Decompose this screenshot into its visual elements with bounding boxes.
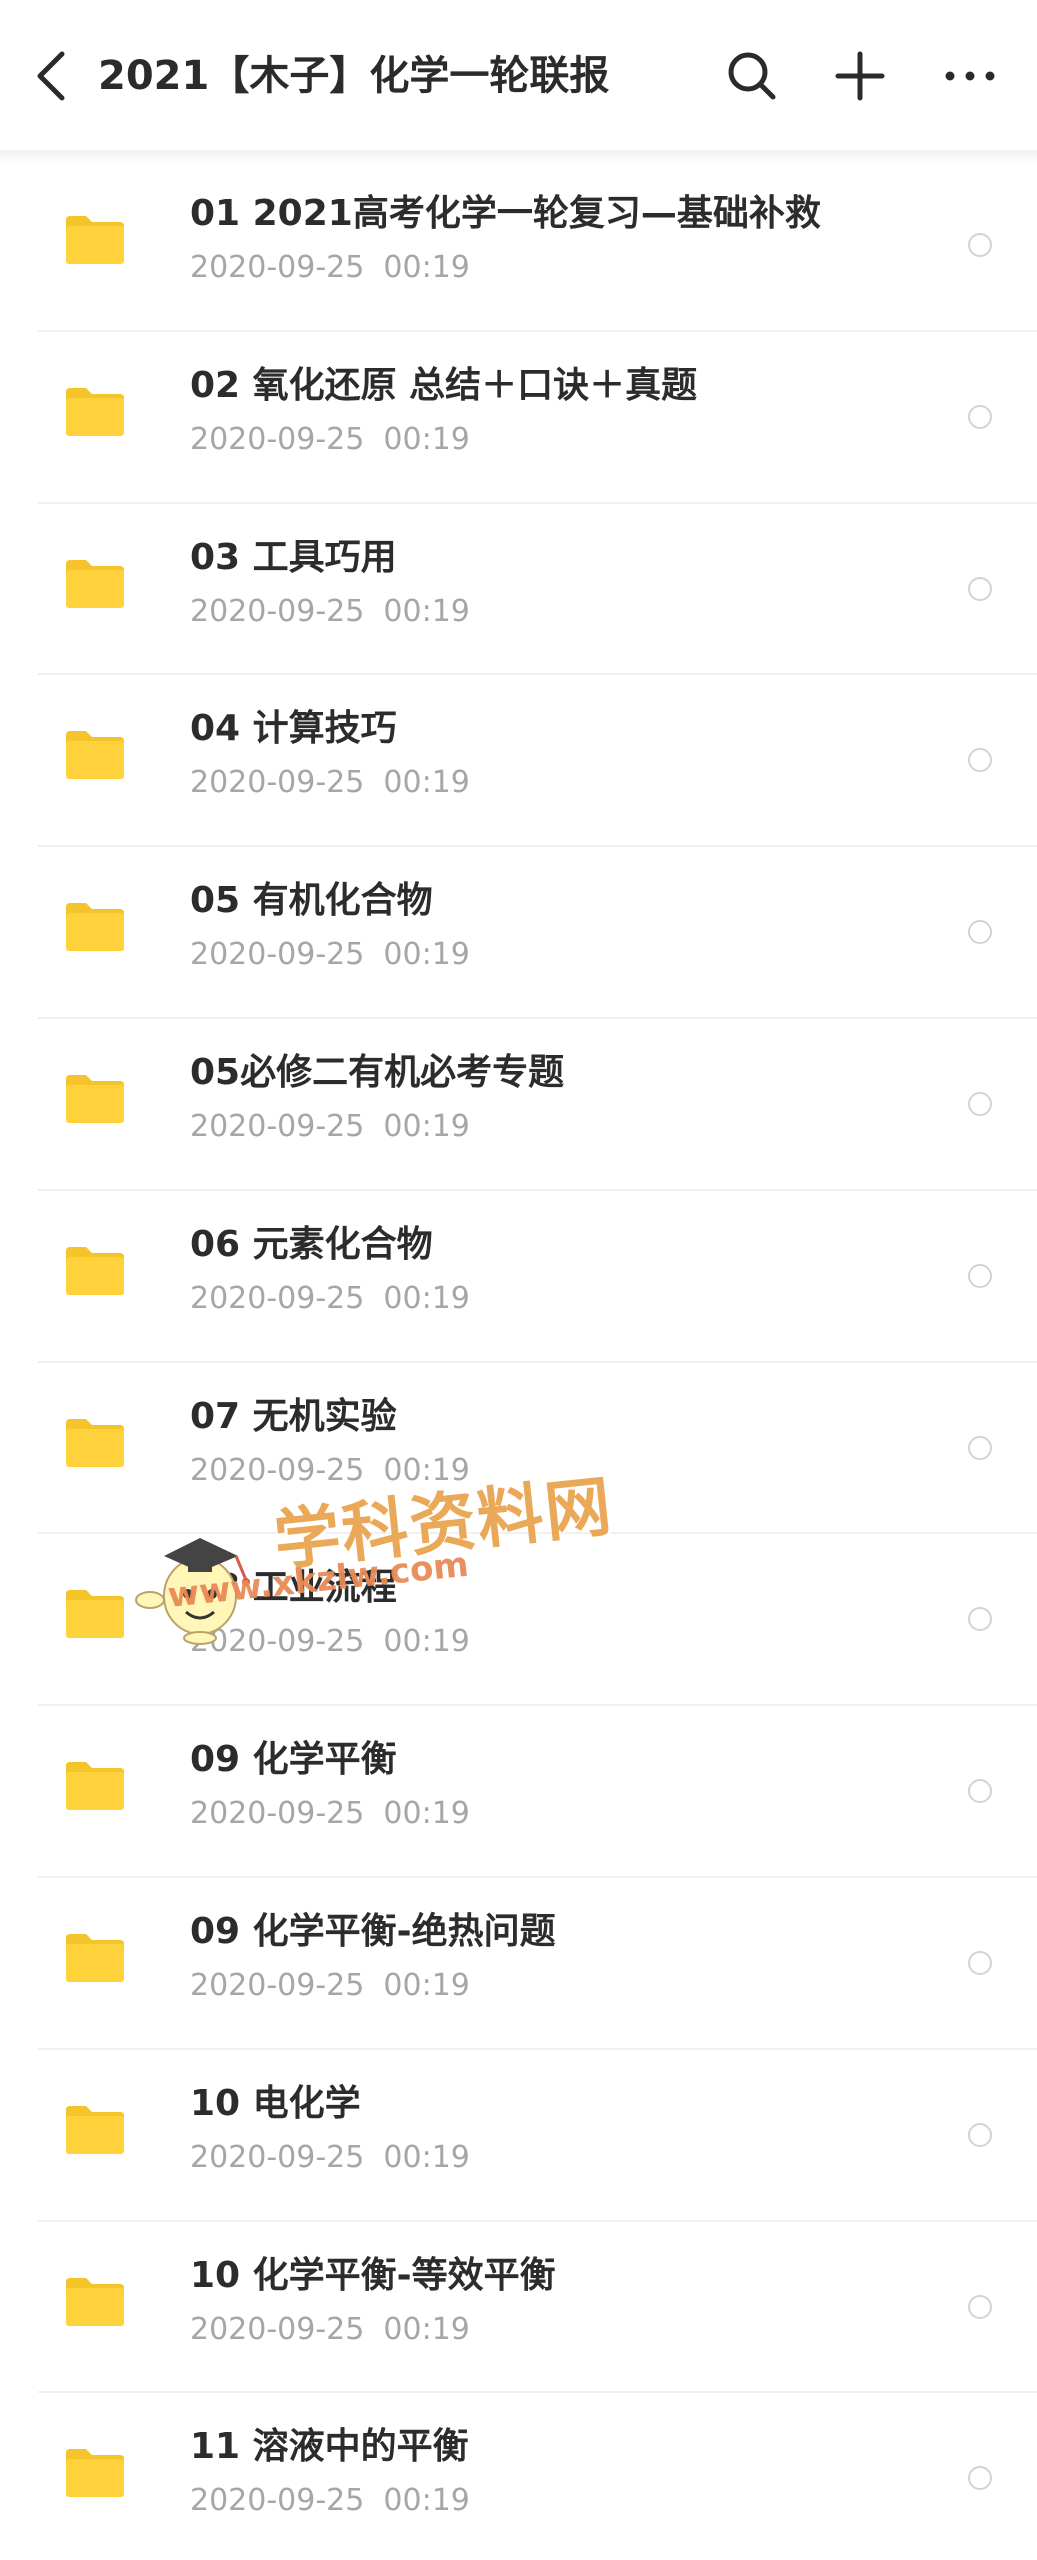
item-date: 2020-09-25 00:19 (190, 421, 470, 457)
select-radio[interactable] (968, 1779, 992, 1804)
list-item[interactable]: 02 氧化还原 总结＋口诀＋真题 2020-09-25 00:19 (0, 332, 1037, 504)
select-radio[interactable] (968, 2122, 992, 2147)
list-item[interactable]: 04 计算技巧 2020-09-25 00:19 (0, 675, 1037, 847)
top-app-bar: 2021【木子】化学一轮联报 (0, 0, 1037, 154)
list-item[interactable]: 07 无机实验 2020-09-25 00:19 (0, 1363, 1037, 1535)
item-title: 03 工具巧用 (190, 536, 397, 578)
item-date: 2020-09-25 00:19 (190, 1280, 470, 1316)
item-title: 02 氧化还原 总结＋口诀＋真题 (190, 364, 698, 406)
item-date: 2020-09-25 00:19 (190, 1108, 470, 1144)
item-date: 2020-09-25 00:19 (190, 2311, 470, 2347)
folder-icon (66, 559, 124, 608)
folder-icon (66, 1933, 124, 1982)
select-radio[interactable] (968, 576, 992, 601)
select-radio[interactable] (968, 1263, 992, 1288)
item-title: 10 化学平衡-等效平衡 (190, 2254, 556, 2296)
item-date: 2020-09-25 00:19 (190, 2139, 470, 2175)
back-icon (37, 51, 65, 101)
select-radio[interactable] (968, 2466, 992, 2491)
select-radio[interactable] (968, 1091, 992, 1116)
item-date: 2020-09-25 00:19 (190, 1796, 470, 1832)
item-date: 2020-09-25 00:19 (190, 593, 470, 629)
item-date: 2020-09-25 00:19 (190, 1624, 470, 1660)
more-icon (945, 71, 995, 81)
item-title: 07 无机实验 (190, 1395, 397, 1437)
item-date: 2020-09-25 00:19 (190, 1967, 470, 2003)
select-radio[interactable] (968, 233, 992, 257)
select-radio[interactable] (968, 404, 992, 429)
folder-icon (66, 387, 124, 436)
folder-icon (66, 2277, 124, 2326)
list-item[interactable]: 09 化学平衡 2020-09-25 00:19 (0, 1706, 1037, 1878)
list-item[interactable]: 10 化学平衡-等效平衡 2020-09-25 00:19 (0, 2222, 1037, 2394)
list-item[interactable]: 01 2021高考化学一轮复习—基础补救 2020-09-25 00:19 (0, 160, 1037, 332)
item-title: 04 计算技巧 (190, 708, 397, 750)
select-radio[interactable] (968, 1950, 992, 1975)
list-item[interactable]: 06 元素化合物 2020-09-25 00:19 (0, 1191, 1037, 1363)
folder-icon (66, 731, 124, 780)
folder-icon (66, 2105, 124, 2154)
more-options-button[interactable] (934, 40, 1006, 112)
folder-icon (66, 2449, 124, 2498)
select-radio[interactable] (968, 748, 992, 773)
list-item[interactable]: 05 有机化合物 2020-09-25 00:19 (0, 847, 1037, 1019)
add-button[interactable] (824, 40, 896, 112)
item-title: 01 2021高考化学一轮复习—基础补救 (190, 193, 821, 234)
folder-icon (66, 1246, 124, 1295)
item-date: 2020-09-25 00:19 (190, 1452, 470, 1488)
file-browser-screen: 2021【木子】化学一轮联报 01 2021高考化学一轮复习—基础补救 2020-… (0, 0, 1037, 2560)
search-button[interactable] (716, 40, 788, 112)
item-title: 09 化学平衡-绝热问题 (190, 1910, 556, 1952)
item-title: 09 化学平衡 (190, 1739, 397, 1781)
list-item[interactable]: 11 溶液中的平衡 2020-09-25 00:19 (0, 2393, 1037, 2560)
folder-icon (66, 1762, 124, 1811)
item-title: 08 工业流程 (190, 1567, 397, 1609)
list-item[interactable]: 08 工业流程 2020-09-25 00:19 (0, 1534, 1037, 1706)
item-date: 2020-09-25 00:19 (190, 765, 470, 801)
list-item[interactable]: 05必修二有机必考专题 2020-09-25 00:19 (0, 1019, 1037, 1191)
folder-icon (66, 903, 124, 952)
page-title: 2021【木子】化学一轮联报 (98, 53, 610, 99)
folder-icon (66, 216, 124, 264)
item-title: 10 电化学 (190, 2082, 361, 2124)
folder-list: 01 2021高考化学一轮复习—基础补救 2020-09-25 00:19 02 氧… (0, 160, 1037, 2560)
back-button[interactable] (22, 40, 82, 112)
select-radio[interactable] (968, 1435, 992, 1460)
search-icon (728, 52, 776, 100)
select-radio[interactable] (968, 920, 992, 945)
list-item[interactable]: 10 电化学 2020-09-25 00:19 (0, 2050, 1037, 2222)
folder-icon (66, 1074, 124, 1123)
item-title: 06 元素化合物 (190, 1223, 433, 1265)
item-title: 11 溶液中的平衡 (190, 2426, 469, 2468)
folder-icon (66, 1418, 124, 1467)
add-icon (835, 51, 885, 101)
item-title: 05必修二有机必考专题 (190, 1051, 565, 1093)
item-date: 2020-09-25 00:19 (190, 937, 470, 973)
item-title: 05 有机化合物 (190, 880, 433, 922)
select-radio[interactable] (968, 2294, 992, 2319)
list-item[interactable]: 09 化学平衡-绝热问题 2020-09-25 00:19 (0, 1878, 1037, 2050)
folder-icon (66, 1590, 124, 1639)
list-item[interactable]: 03 工具巧用 2020-09-25 00:19 (0, 504, 1037, 676)
select-radio[interactable] (968, 1607, 992, 1632)
item-date: 2020-09-25 00:19 (190, 250, 470, 285)
item-date: 2020-09-25 00:19 (190, 2483, 470, 2519)
